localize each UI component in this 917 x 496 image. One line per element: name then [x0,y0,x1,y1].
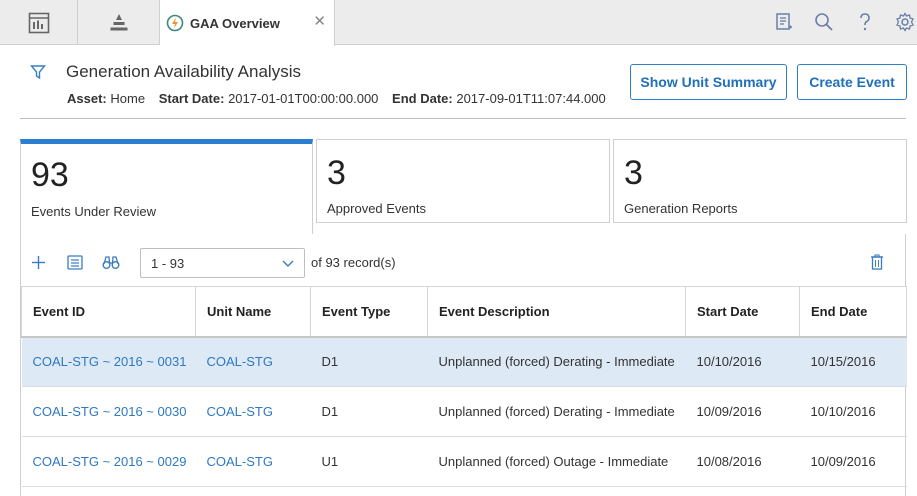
events-table: Event ID Unit Name Event Type Event Desc… [21,286,907,487]
event-description-cell: Unplanned (forced) Derating - Immediate [427,386,686,437]
card-label: Events Under Review [31,204,156,219]
event-description-cell: Unplanned (forced) Outage - Immediate [427,436,686,487]
table-header-row: Event ID Unit Name Event Type Event Desc… [21,286,907,338]
asset-value: Home [110,91,146,106]
delete-icon[interactable] [870,254,884,270]
show-unit-summary-button[interactable]: Show Unit Summary [630,64,787,100]
record-count: of 93 record(s) [311,255,396,270]
table-row[interactable]: COAL-STG ~ 2016 ~ 0029 COAL-STG U1 Unpla… [21,436,907,487]
column-header-event-id[interactable]: Event ID [21,286,196,338]
card-count: 3 [624,154,643,192]
binoculars-icon[interactable] [102,255,120,270]
gaa-icon [166,14,184,32]
dashboard-tab[interactable] [0,0,78,45]
help-icon [860,13,870,31]
card-events-under-review[interactable]: 93 Events Under Review [20,139,313,235]
hierarchy-icon [110,13,127,30]
card-label: Approved Events [327,201,427,216]
card-count: 3 [327,154,346,192]
end-date-label: End Date: [392,91,453,106]
end-date-value: 2017-09-01T11:07:44.000 [456,91,606,106]
list-view-icon[interactable] [67,255,83,270]
unit-name-link[interactable]: COAL-STG [195,336,311,387]
page-range-value: 1 - 93 [151,256,185,271]
table-row[interactable]: COAL-STG ~ 2016 ~ 0030 COAL-STG D1 Unpla… [21,386,907,437]
card-label: Generation Reports [624,201,738,216]
start-date-cell: 10/08/2016 [685,436,800,487]
table-row[interactable]: COAL-STG ~ 2016 ~ 0031 COAL-STG D1 Unpla… [21,336,907,387]
notes-button[interactable] [771,9,797,35]
top-bar: GAA Overview ✕ [0,0,917,46]
page-title: Generation Availability Analysis [66,62,301,81]
event-description-cell: Unplanned (forced) Derating - Immediate [427,336,686,387]
column-header-unit-name[interactable]: Unit Name [195,286,311,338]
start-date-cell: 10/10/2016 [685,336,800,387]
event-type-cell: D1 [310,336,428,387]
settings-button[interactable] [892,9,917,35]
create-event-button[interactable]: Create Event [797,64,907,100]
unit-name-link[interactable]: COAL-STG [195,436,311,487]
event-id-link[interactable]: COAL-STG ~ 2016 ~ 0030 [21,386,196,437]
search-icon [815,13,833,31]
divider [20,118,906,119]
gear-icon [896,12,914,32]
event-type-cell: U1 [310,436,428,487]
card-count: 93 [31,156,69,194]
filter-summary: Asset: Home Start Date: 2017-01-01T00:00… [67,91,606,106]
notes-icon [776,13,792,30]
help-button[interactable] [852,9,878,35]
column-header-event-description[interactable]: Event Description [427,286,686,338]
column-header-start-date[interactable]: Start Date [685,286,800,338]
column-header-end-date[interactable]: End Date [799,286,907,338]
unit-name-link[interactable]: COAL-STG [195,386,311,437]
card-approved-events[interactable]: 3 Approved Events [316,139,610,223]
column-header-event-type[interactable]: Event Type [310,286,428,338]
hierarchy-tab[interactable] [78,0,160,45]
end-date-cell: 10/09/2016 [799,436,907,487]
start-date-value: 2017-01-01T00:00:00.000 [228,91,379,106]
event-id-link[interactable]: COAL-STG ~ 2016 ~ 0031 [21,336,196,387]
card-generation-reports[interactable]: 3 Generation Reports [613,139,907,223]
end-date-cell: 10/10/2016 [799,386,907,437]
filter-icon[interactable] [30,64,46,80]
close-icon[interactable]: ✕ [313,14,326,29]
dashboard-icon [28,12,49,33]
event-type-cell: D1 [310,386,428,437]
asset-label: Asset: [67,91,107,106]
end-date-cell: 10/15/2016 [799,336,907,387]
page-range-select[interactable]: 1 - 93 [140,248,305,278]
add-icon[interactable] [31,255,46,270]
tab-gaa-overview[interactable]: GAA Overview ✕ [160,0,335,46]
start-date-label: Start Date: [158,91,225,106]
tab-title: GAA Overview [190,15,280,31]
event-id-link[interactable]: COAL-STG ~ 2016 ~ 0029 [21,436,196,487]
search-button[interactable] [811,9,837,35]
start-date-cell: 10/09/2016 [685,386,800,437]
chevron-down-icon [282,260,294,267]
